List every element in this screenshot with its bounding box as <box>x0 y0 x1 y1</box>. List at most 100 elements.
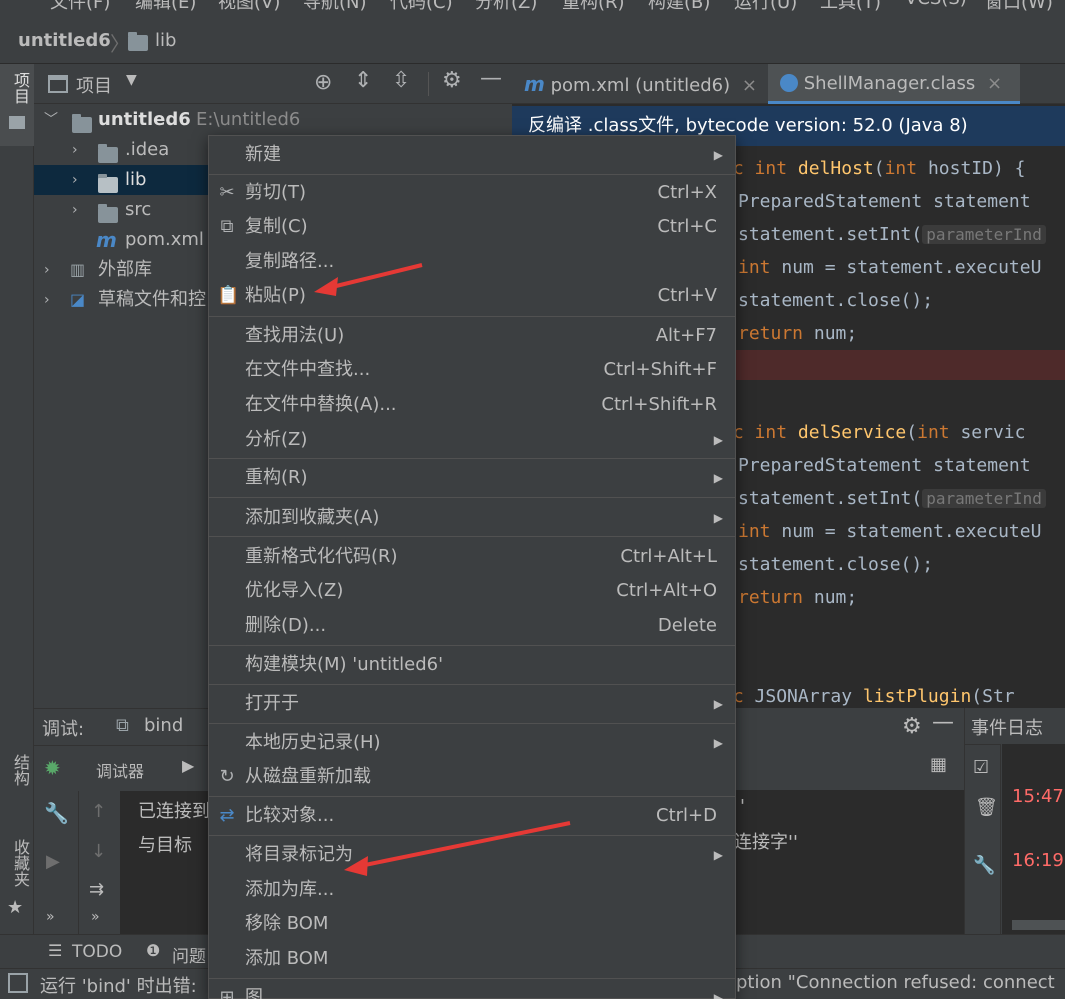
arrow-up-icon[interactable]: ↑ <box>91 801 106 822</box>
menu-item-build-module[interactable]: 构建模块(M) 'untitled6' <box>209 648 735 682</box>
arrow-down-icon[interactable]: ↓ <box>91 841 106 862</box>
breadcrumb-folder[interactable]: lib <box>155 30 176 51</box>
menu-item-delete[interactable]: 删除(D)... Delete <box>209 609 735 643</box>
breadcrumb: untitled6 〉 lib <box>0 20 1065 64</box>
console-side-toolbar: ↑ ↓ ⇉ » <box>78 791 120 935</box>
menu-view[interactable]: 视图(V) <box>218 0 280 14</box>
project-folder-icon <box>9 116 25 129</box>
status-message[interactable]: 运行 'bind' 时出错: <box>40 972 197 998</box>
debug-config-tab[interactable]: bind <box>144 715 183 736</box>
minimize-icon[interactable]: — <box>480 66 502 91</box>
tab-debugger[interactable]: 调试器 <box>96 758 144 782</box>
menu-item-add-bom[interactable]: 添加 BOM <box>209 942 735 976</box>
submenu-arrow-icon: ▶ <box>713 736 723 750</box>
menu-item-local-history[interactable]: 本地历史记录(H) ▶ <box>209 726 735 760</box>
code-line: int num = statement.executeU <box>738 521 1042 542</box>
refresh-icon: ↻ <box>219 766 235 787</box>
menu-separator <box>209 835 735 836</box>
wrench-icon[interactable]: 🔧 <box>44 801 69 825</box>
submenu-arrow-icon: ▶ <box>713 511 723 525</box>
menu-item-find-usages[interactable]: 查找用法(U) Alt+F7 <box>209 319 735 353</box>
menu-item-cut[interactable]: ✂ 剪切(T) Ctrl+X <box>209 176 735 210</box>
chevron-right-icon[interactable]: › <box>72 165 78 195</box>
menu-item-remove-bom[interactable]: 移除 BOM <box>209 907 735 941</box>
wrench-icon[interactable]: 🔧 <box>973 855 995 876</box>
menu-run[interactable]: 运行(U) <box>734 0 797 14</box>
project-tool-button[interactable]: 项目 <box>0 64 34 146</box>
chevron-right-icon[interactable]: › <box>72 195 78 225</box>
menu-analyze[interactable]: 分析(Z) <box>475 0 537 14</box>
menu-file[interactable]: 文件(F) <box>50 0 110 14</box>
menu-refactor[interactable]: 重构(R) <box>562 0 625 14</box>
menu-item-diagrams[interactable]: ⊞ 图 ▶ <box>209 981 735 999</box>
menu-item-add-to-favorites[interactable]: 添加到收藏夹(A) ▶ <box>209 501 735 535</box>
submenu-arrow-icon: ▶ <box>713 433 723 447</box>
close-icon[interactable]: × <box>742 75 757 96</box>
status-toggle-icon[interactable] <box>8 973 28 993</box>
menu-tools[interactable]: 工具(T) <box>820 0 881 14</box>
menu-vcs[interactable]: VCS(S) <box>905 0 967 9</box>
menu-item-mark-directory-as[interactable]: 将目录标记为 ▶ <box>209 838 735 872</box>
more-icon[interactable]: » <box>91 909 100 925</box>
menu-item-compare-with[interactable]: ⇄ 比较对象... Ctrl+D <box>209 799 735 833</box>
menu-item-open-in[interactable]: 打开于 ▶ <box>209 687 735 721</box>
code-line: PreparedStatement statement <box>738 455 1031 476</box>
menu-separator <box>209 536 735 537</box>
menu-item-reload-from-disk[interactable]: ↻ 从磁盘重新加载 <box>209 760 735 794</box>
debug-side-toolbar: 🔧 ▶ » <box>34 791 76 935</box>
dropdown-arrow-icon[interactable]: ▼ <box>126 72 137 88</box>
menu-code[interactable]: 代码(C) <box>390 0 453 14</box>
expand-all-icon[interactable]: ⇕ <box>354 68 372 93</box>
locate-icon[interactable]: ⊕ <box>314 70 332 95</box>
menu-item-copy[interactable]: ⧉ 复制(C) Ctrl+C <box>209 210 735 244</box>
event-log-title: 事件日志 <box>971 718 1043 739</box>
project-panel-title[interactable]: 项目 <box>76 72 112 98</box>
run-config-icon: ⧉ <box>116 715 129 736</box>
menu-item-analyze[interactable]: 分析(Z) ▶ <box>209 423 735 457</box>
scrollbar[interactable] <box>1012 920 1065 930</box>
menu-item-refactor[interactable]: 重构(R) ▶ <box>209 461 735 495</box>
code-line: statement.close(); <box>738 290 934 311</box>
menu-item-paste[interactable]: 📋 粘贴(P) Ctrl+V <box>209 279 735 313</box>
breadcrumb-project[interactable]: untitled6 <box>18 30 111 51</box>
more-icon[interactable]: » <box>46 909 55 925</box>
soft-wrap-icon[interactable]: ⇉ <box>89 879 104 900</box>
collapse-all-icon[interactable]: ⇳ <box>392 68 410 93</box>
menu-navigate[interactable]: 导航(N) <box>303 0 367 14</box>
chevron-right-icon[interactable]: › <box>72 135 78 165</box>
menu-build[interactable]: 构建(B) <box>648 0 710 14</box>
menu-item-new[interactable]: 新建 ▶ <box>209 138 735 172</box>
console-icon[interactable]: ▶ <box>182 756 194 775</box>
menu-item-optimize-imports[interactable]: 优化导入(Z) Ctrl+Alt+O <box>209 574 735 608</box>
bug-icon[interactable]: ✹ <box>44 756 61 780</box>
gear-icon[interactable]: ⚙ <box>902 714 922 739</box>
menu-item-reformat-code[interactable]: 重新格式化代码(R) Ctrl+Alt+L <box>209 540 735 574</box>
chevron-right-icon[interactable]: › <box>44 255 50 285</box>
resume-icon[interactable]: ▶ <box>46 851 60 872</box>
structure-tool-button[interactable]: 结构 <box>0 754 34 814</box>
code-line: statement.setInt(parameterInd <box>738 482 1046 515</box>
tree-item-project-root[interactable]: ﹀ untitled6 E:\untitled6 <box>34 105 512 135</box>
favorites-tool-button[interactable]: 收藏夹 ★ <box>0 839 34 929</box>
menu-item-replace-in-files[interactable]: 在文件中替换(A)... Ctrl+Shift+R <box>209 388 735 422</box>
minimize-icon[interactable]: — <box>932 710 954 735</box>
chevron-down-icon[interactable]: ﹀ <box>44 105 58 135</box>
clipboard-icon: 📋 <box>217 285 240 306</box>
menu-item-copy-path[interactable]: 复制路径... <box>209 245 735 279</box>
menu-item-find-in-files[interactable]: 在文件中查找... Ctrl+Shift+F <box>209 353 735 387</box>
tab-pom-xml[interactable]: m pom.xml (untitled6) × <box>512 64 768 104</box>
close-icon[interactable]: × <box>987 73 1002 94</box>
tab-todo[interactable]: TODO <box>72 942 122 962</box>
menu-separator <box>209 684 735 685</box>
menu-item-add-as-library[interactable]: 添加为库... <box>209 873 735 907</box>
layout-icon[interactable]: ▦ <box>930 754 947 775</box>
chevron-right-icon[interactable]: › <box>44 285 50 315</box>
event-time: 15:47 <box>1012 786 1064 807</box>
menu-window[interactable]: 窗口(W) <box>985 0 1053 14</box>
tab-problems[interactable]: 问题 <box>172 942 206 967</box>
checkbox-icon[interactable]: ☑ <box>973 757 989 778</box>
tab-shellmanager-class[interactable]: ShellManager.class × <box>768 64 1020 104</box>
trash-icon[interactable]: 🗑 <box>975 797 998 818</box>
menu-edit[interactable]: 编辑(E) <box>135 0 196 14</box>
gear-icon[interactable]: ⚙ <box>442 68 462 93</box>
